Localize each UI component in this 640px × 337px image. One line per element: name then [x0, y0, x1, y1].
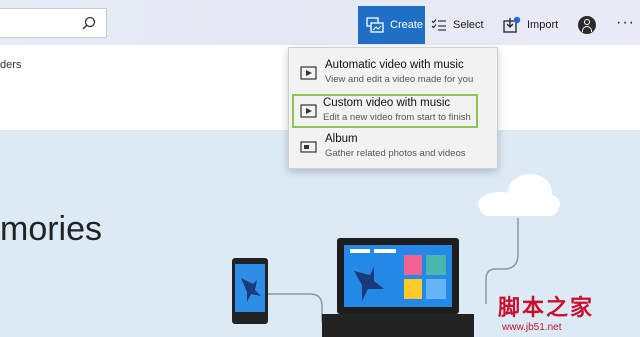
menu-item-album[interactable]: Album Gather related photos and videos: [294, 131, 482, 163]
create-label: Create: [390, 19, 424, 31]
folders-label[interactable]: ders: [0, 59, 21, 71]
top-toolbar: Create Select Import ···: [0, 0, 640, 45]
more-options-button[interactable]: ···: [616, 14, 635, 32]
create-button[interactable]: Create: [358, 6, 425, 44]
search-icon[interactable]: [82, 16, 96, 30]
hero-title: mories: [0, 210, 103, 248]
account-avatar[interactable]: [578, 16, 596, 34]
video-music-icon: [300, 104, 317, 118]
cloud-illustration: [478, 174, 560, 216]
bird-icon: [350, 249, 446, 301]
phone-screen: [235, 264, 265, 312]
laptop-illustration: [337, 238, 459, 314]
laptop-base: [322, 314, 474, 337]
search-input[interactable]: [0, 8, 107, 38]
menu-item-automatic-video[interactable]: Automatic video with music View and edit…: [294, 57, 482, 89]
menu-item-subtitle: Edit a new video from start to finish: [323, 112, 471, 123]
import-button[interactable]: Import: [503, 6, 563, 44]
menu-item-title: Automatic video with music: [325, 59, 464, 71]
album-icon: [300, 141, 317, 153]
menu-item-subtitle: Gather related photos and videos: [325, 148, 466, 159]
video-music-icon: [300, 66, 317, 80]
menu-item-title: Album: [325, 133, 358, 145]
create-dropdown-menu: Automatic video with music View and edit…: [288, 47, 498, 169]
select-label: Select: [453, 19, 484, 31]
laptop-screen: [344, 245, 452, 307]
import-icon: [503, 16, 521, 33]
menu-item-subtitle: View and edit a video made for you: [325, 74, 474, 85]
create-icon: [366, 17, 384, 33]
watermark-url: www.jb51.net: [502, 322, 562, 333]
menu-item-custom-video[interactable]: Custom video with music Edit a new video…: [292, 94, 478, 128]
select-button[interactable]: Select: [431, 6, 489, 44]
watermark-logo: 脚本之家: [498, 295, 595, 321]
menu-item-title: Custom video with music: [323, 97, 451, 109]
select-icon: [431, 19, 446, 31]
bird-icon: [241, 278, 261, 302]
import-label: Import: [527, 19, 559, 31]
phone-illustration: [232, 258, 268, 324]
